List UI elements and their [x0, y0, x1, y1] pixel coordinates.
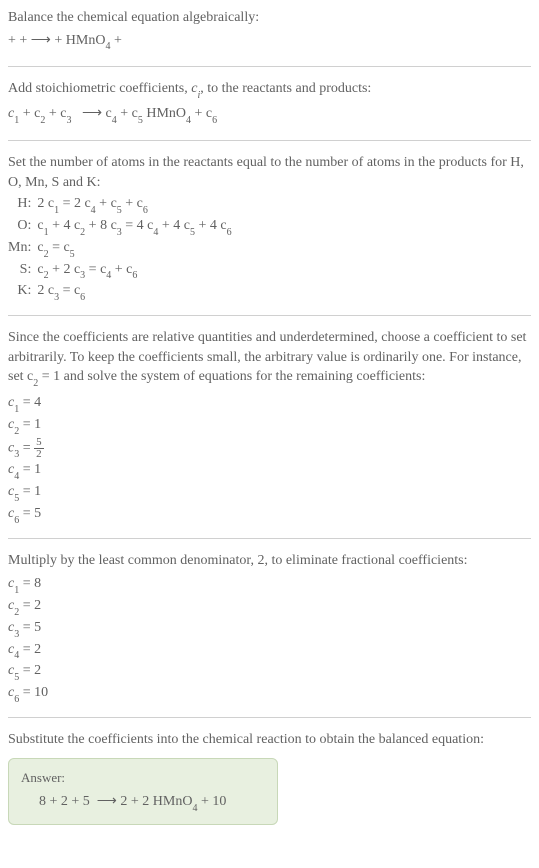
atom-eq-s: c2 + 2 c3 = c4 + c6 [37, 260, 231, 282]
list-item: c3 = 5 [8, 618, 531, 640]
list-item: c5 = 1 [8, 482, 531, 504]
divider [8, 140, 531, 141]
products-pre: + HMnO [54, 33, 105, 48]
subscript-4: 4 [105, 41, 110, 52]
final-solution-list: c1 = 8 c2 = 2 c3 = 5 c4 = 2 c5 = 2 c6 = … [8, 574, 531, 705]
add-coeff-text: Add stoichiometric coefficients, ci, to … [8, 79, 531, 101]
final-solution-intro: Multiply by the least common denominator… [8, 551, 531, 571]
table-row: Mn: c2 = c5 [8, 238, 232, 260]
products-post: + [110, 33, 121, 48]
divider [8, 538, 531, 539]
list-item: c1 = 4 [8, 393, 531, 415]
list-item: c4 = 2 [8, 640, 531, 662]
coeff-equation: c1 + c2 + c3 ⟶ c4 + c5 HMnO4 + c6 [8, 103, 531, 126]
atom-eq-mn: c2 = c5 [37, 238, 231, 260]
table-row: H: 2 c1 = 2 c4 + c5 + c6 [8, 194, 232, 216]
atom-label-s: S: [8, 260, 37, 282]
initial-solution-intro: Since the coefficients are relative quan… [8, 328, 531, 389]
fraction: 52 [34, 437, 44, 460]
arrow-icon: ⟶ [82, 104, 102, 120]
section-balance-header: Balance the chemical equation algebraica… [8, 8, 531, 66]
list-item: c5 = 2 [8, 661, 531, 683]
atom-eq-intro: Set the number of atoms in the reactants… [8, 153, 531, 192]
arrow-icon: ⟶ [97, 792, 117, 808]
list-item: c3 = 52 [8, 437, 531, 461]
answer-label: Answer: [21, 769, 265, 787]
atom-label-mn: Mn: [8, 238, 37, 260]
atom-eq-k: 2 c3 = c6 [37, 281, 231, 303]
list-item: c2 = 2 [8, 596, 531, 618]
divider [8, 717, 531, 718]
list-item: c6 = 10 [8, 683, 531, 705]
list-item: c6 = 5 [8, 504, 531, 526]
atom-label-o: O: [8, 216, 37, 238]
list-item: c4 = 1 [8, 460, 531, 482]
atom-equation-table: H: 2 c1 = 2 c4 + c5 + c6 O: c1 + 4 c2 + … [8, 194, 232, 303]
atom-eq-o: c1 + 4 c2 + 8 c3 = 4 c4 + 4 c5 + 4 c6 [37, 216, 231, 238]
section-answer: Substitute the coefficients into the che… [8, 730, 531, 837]
atom-label-h: H: [8, 194, 37, 216]
arrow-icon: ⟶ [31, 31, 51, 47]
section-final-solution: Multiply by the least common denominator… [8, 551, 531, 717]
list-item: c2 = 1 [8, 415, 531, 437]
section-add-coefficients: Add stoichiometric coefficients, ci, to … [8, 79, 531, 140]
initial-solution-list: c1 = 4 c2 = 1 c3 = 52 c4 = 1 c5 = 1 c6 =… [8, 393, 531, 526]
answer-intro: Substitute the coefficients into the che… [8, 730, 531, 750]
section-initial-solution: Since the coefficients are relative quan… [8, 328, 531, 537]
table-row: K: 2 c3 = c6 [8, 281, 232, 303]
balanced-equation: 8 + 2 + 5 ⟶ 2 + 2 HMnO4 + 10 [21, 791, 265, 814]
reactants-blank: + + [8, 33, 31, 48]
atom-label-k: K: [8, 281, 37, 303]
answer-box: Answer: 8 + 2 + 5 ⟶ 2 + 2 HMnO4 + 10 [8, 758, 278, 825]
list-item: c1 = 8 [8, 574, 531, 596]
balance-title: Balance the chemical equation algebraica… [8, 8, 531, 28]
section-atom-equations: Set the number of atoms in the reactants… [8, 153, 531, 315]
divider [8, 315, 531, 316]
atom-eq-h: 2 c1 = 2 c4 + c5 + c6 [37, 194, 231, 216]
table-row: O: c1 + 4 c2 + 8 c3 = 4 c4 + 4 c5 + 4 c6 [8, 216, 232, 238]
divider [8, 66, 531, 67]
unbalanced-equation: + + ⟶ + HMnO4 + [8, 30, 531, 53]
table-row: S: c2 + 2 c3 = c4 + c6 [8, 260, 232, 282]
